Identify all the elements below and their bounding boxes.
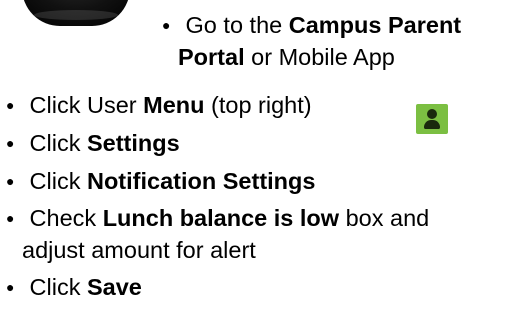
bullet: ●	[6, 173, 15, 189]
bullet: ●	[6, 210, 15, 226]
step-pre-text: Click	[29, 130, 81, 156]
step-bold-text: Lunch balance is low	[102, 205, 340, 231]
step-lunch-balance-line1: ● Check Lunch balance is low box and	[6, 203, 429, 234]
step-pre-text: Click User	[29, 92, 137, 118]
step-bold-text: Save	[86, 274, 142, 300]
phone-corner-image	[22, 0, 130, 26]
portal-instruction-line2: Portal or Mobile App	[178, 42, 395, 73]
portal-post-text: or Mobile App	[251, 44, 395, 70]
bullet: ●	[6, 97, 15, 113]
bullet: ●	[162, 17, 171, 33]
step-pre-text: Click	[29, 168, 81, 194]
step-bold-text: Settings	[86, 130, 180, 156]
step-post-text-2: adjust amount for alert	[22, 237, 256, 263]
step-user-menu: ● Click User Menu (top right)	[6, 90, 312, 121]
step-notification-settings: ● Click Notification Settings	[6, 166, 315, 197]
bullet: ●	[6, 279, 15, 295]
step-post-text: box and	[345, 205, 430, 231]
portal-bold-text: Campus Parent	[288, 12, 462, 38]
step-pre-text: Click	[29, 274, 81, 300]
portal-bold-text-2: Portal	[178, 44, 245, 70]
portal-instruction-line1: ● Go to the Campus Parent	[162, 10, 461, 41]
step-save: ● Click Save	[6, 272, 142, 303]
portal-pre-text: Go to the	[185, 12, 283, 38]
user-shoulders-shape	[424, 120, 440, 129]
step-settings: ● Click Settings	[6, 128, 180, 159]
step-pre-text: Check	[29, 205, 97, 231]
bullet: ●	[6, 135, 15, 151]
user-head-shape	[427, 109, 437, 119]
step-bold-text: Menu	[143, 92, 205, 118]
step-bold-text: Notification Settings	[86, 168, 316, 194]
step-post-text: (top right)	[211, 92, 312, 118]
step-lunch-balance-line2: adjust amount for alert	[22, 235, 256, 266]
user-icon	[416, 104, 448, 134]
